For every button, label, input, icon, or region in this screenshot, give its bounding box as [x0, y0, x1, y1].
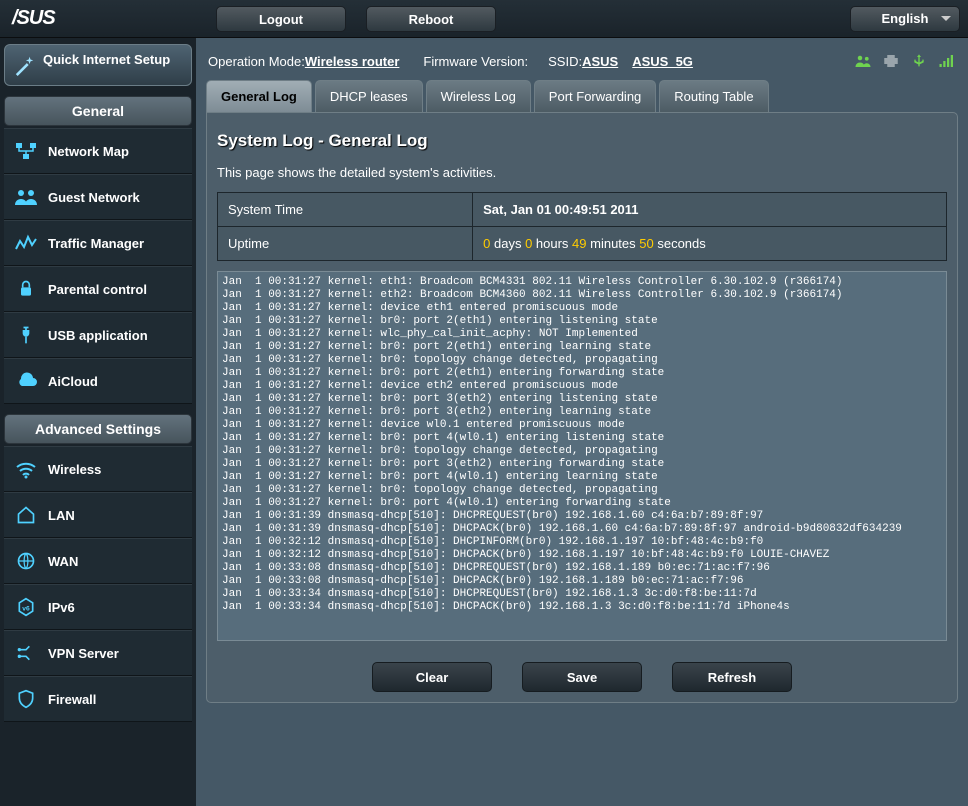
systime-label: System Time	[218, 193, 473, 227]
advanced-header: Advanced Settings	[4, 414, 192, 444]
log-textarea[interactable]	[217, 271, 947, 641]
lock-icon	[12, 277, 40, 301]
globe-icon	[12, 549, 40, 573]
sidebar-item-label: IPv6	[48, 600, 75, 615]
sidebar-item-label: Guest Network	[48, 190, 140, 205]
printer-icon[interactable]	[882, 52, 900, 70]
ssid-label: SSID:	[548, 54, 582, 69]
sidebar-item-usb-application[interactable]: USB application	[4, 312, 192, 358]
language-select[interactable]: English	[850, 6, 960, 32]
reboot-button[interactable]: Reboot	[366, 6, 496, 32]
sidebar-item-traffic-manager[interactable]: Traffic Manager	[4, 220, 192, 266]
status-row: Operation Mode: Wireless router Firmware…	[206, 46, 958, 80]
tab-dhcp-leases[interactable]: DHCP leases	[315, 80, 423, 112]
sidebar-item-label: Firewall	[48, 692, 96, 707]
page-title: System Log - General Log	[217, 131, 947, 151]
opmode-link[interactable]: Wireless router	[305, 54, 400, 69]
sidebar-item-label: Wireless	[48, 462, 101, 477]
language-label: English	[882, 11, 929, 26]
home-icon	[12, 503, 40, 527]
sidebar-item-label: AiCloud	[48, 374, 98, 389]
logo: /SUS	[8, 7, 196, 30]
logout-button[interactable]: Logout	[216, 6, 346, 32]
tab-port-forwarding[interactable]: Port Forwarding	[534, 80, 656, 112]
sidebar-item-label: VPN Server	[48, 646, 119, 661]
sidebar: Quick Internet Setup General Network Map…	[0, 38, 196, 806]
save-button[interactable]: Save	[522, 662, 642, 692]
content: Operation Mode: Wireless router Firmware…	[196, 38, 968, 806]
plugin-icon	[12, 323, 40, 347]
cloud-icon	[12, 369, 40, 393]
clear-button[interactable]: Clear	[372, 662, 492, 692]
sidebar-item-lan[interactable]: LAN	[4, 492, 192, 538]
sidebar-item-label: Traffic Manager	[48, 236, 144, 251]
tab-routing-table[interactable]: Routing Table	[659, 80, 768, 112]
vpn-icon	[12, 641, 40, 665]
sidebar-item-label: LAN	[48, 508, 75, 523]
fw-label: Firmware Version:	[423, 54, 528, 69]
panel: System Log - General Log This page shows…	[206, 112, 958, 703]
network-map-icon	[12, 139, 40, 163]
sidebar-item-label: WAN	[48, 554, 78, 569]
tab-general-log[interactable]: General Log	[206, 80, 312, 112]
signal-icon[interactable]	[938, 52, 956, 70]
sidebar-item-ipv6[interactable]: v6 IPv6	[4, 584, 192, 630]
sidebar-item-aicloud[interactable]: AiCloud	[4, 358, 192, 404]
quick-internet-setup[interactable]: Quick Internet Setup	[4, 44, 192, 86]
sidebar-item-firewall[interactable]: Firewall	[4, 676, 192, 722]
traffic-icon	[12, 231, 40, 255]
sidebar-item-wan[interactable]: WAN	[4, 538, 192, 584]
qis-label: Quick Internet Setup	[43, 53, 170, 68]
sidebar-item-wireless[interactable]: Wireless	[4, 446, 192, 492]
refresh-button[interactable]: Refresh	[672, 662, 792, 692]
tab-wireless-log[interactable]: Wireless Log	[426, 80, 531, 112]
sidebar-item-network-map[interactable]: Network Map	[4, 128, 192, 174]
info-table: System Time Sat, Jan 01 00:49:51 2011 Up…	[217, 192, 947, 261]
sidebar-item-parental-control[interactable]: Parental control	[4, 266, 192, 312]
sidebar-item-label: Network Map	[48, 144, 129, 159]
shield-icon	[12, 687, 40, 711]
ssid1-link[interactable]: ASUS	[582, 54, 618, 69]
topbar: /SUS Logout Reboot English	[0, 0, 968, 38]
chevron-down-icon	[941, 16, 951, 21]
uptime-value: 0 days 0 hours 49 minutes 50 seconds	[473, 227, 947, 261]
guest-icon	[12, 185, 40, 209]
wifi-icon	[12, 457, 40, 481]
ssid2-link[interactable]: ASUS_5G	[632, 54, 693, 69]
ipv6-icon: v6	[12, 595, 40, 619]
general-header: General	[4, 96, 192, 126]
usb-icon[interactable]	[910, 52, 928, 70]
sidebar-item-vpn-server[interactable]: VPN Server	[4, 630, 192, 676]
sidebar-item-guest-network[interactable]: Guest Network	[4, 174, 192, 220]
page-desc: This page shows the detailed system's ac…	[217, 165, 947, 180]
svg-text:v6: v6	[22, 605, 30, 612]
opmode-label: Operation Mode:	[208, 54, 305, 69]
tabs: General Log DHCP leases Wireless Log Por…	[206, 80, 958, 112]
systime-value: Sat, Jan 01 00:49:51 2011	[473, 193, 947, 227]
uptime-label: Uptime	[218, 227, 473, 261]
sidebar-item-label: Parental control	[48, 282, 147, 297]
sidebar-item-label: USB application	[48, 328, 148, 343]
client-icon[interactable]	[854, 52, 872, 70]
wand-icon	[13, 53, 37, 77]
